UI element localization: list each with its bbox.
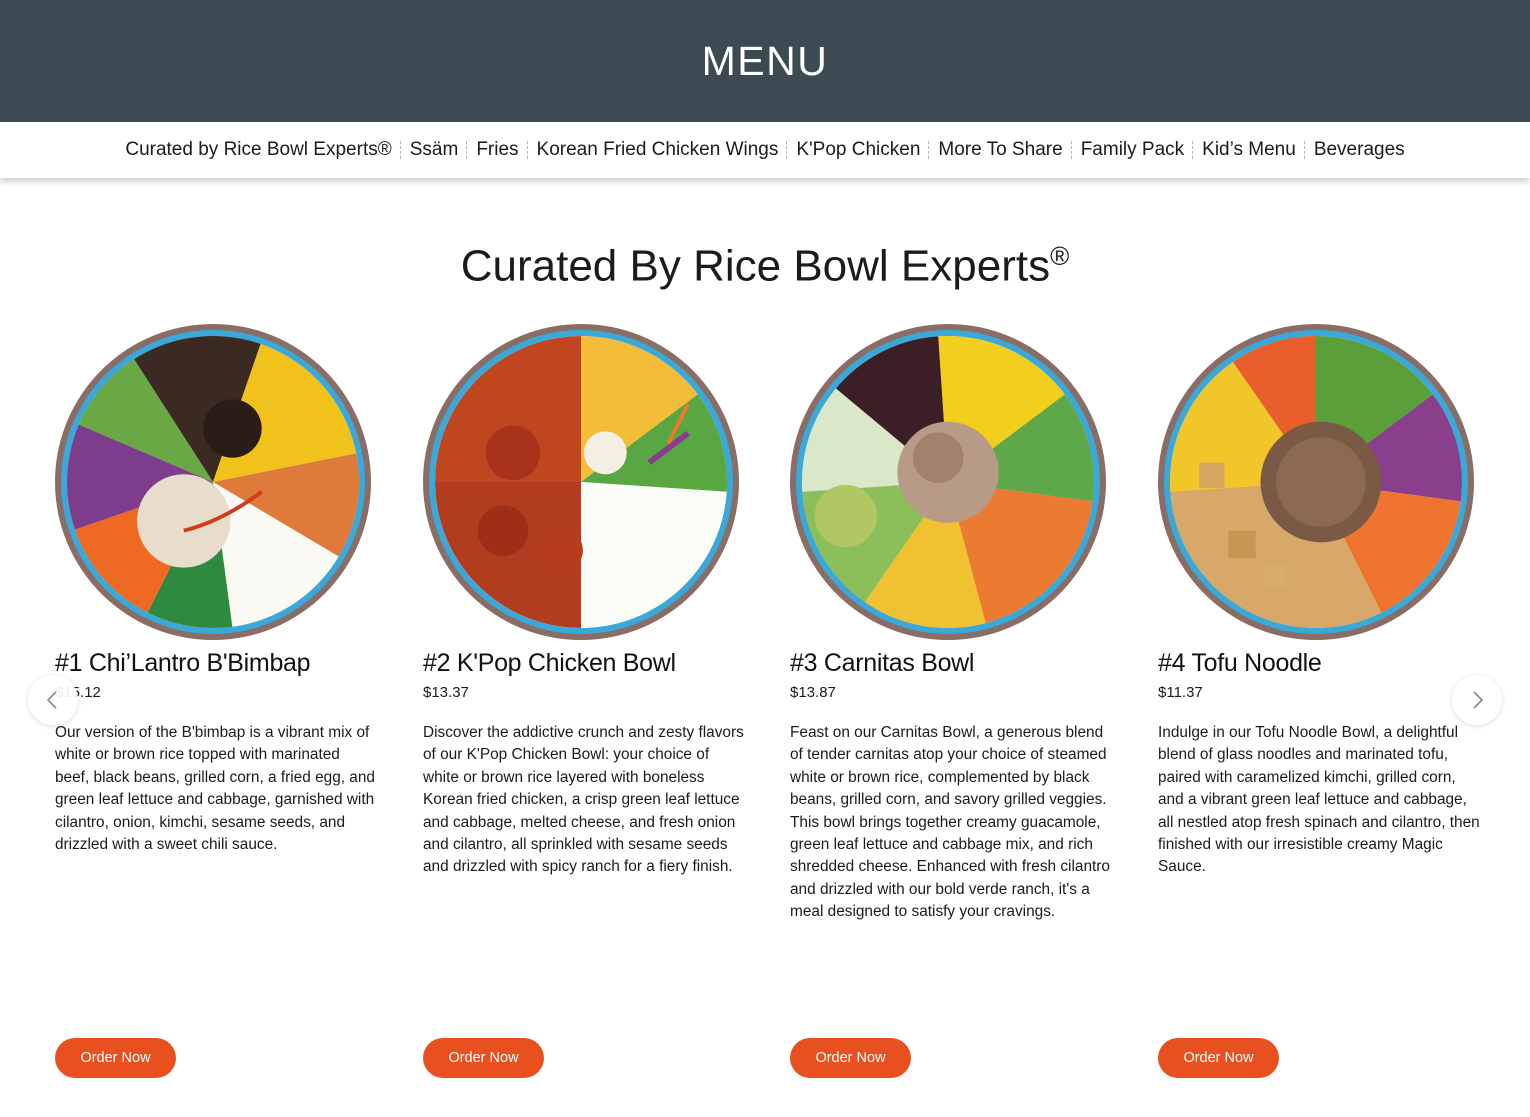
dish-price: $13.87	[790, 684, 836, 701]
dish-name: #2 K'Pop Chicken Bowl	[423, 649, 676, 677]
bbimbap-food-illustration	[67, 336, 359, 628]
nav-item-curated[interactable]: Curated by Rice Bowl Experts®	[125, 139, 391, 161]
order-now-button[interactable]: Order Now	[1158, 1038, 1279, 1078]
menu-card: #1 Chi’Lantro B'Bimbap $15.12 Our versio…	[55, 322, 377, 1102]
kpop-chicken-food-illustration	[435, 336, 727, 628]
dish-name: #3 Carnitas Bowl	[790, 649, 975, 677]
nav-item-fries[interactable]: Fries	[476, 139, 518, 161]
menu-card: #4 Tofu Noodle $11.37 Indulge in our Tof…	[1158, 322, 1480, 1102]
section-title-text: Curated By Rice Bowl Experts	[460, 241, 1051, 291]
tofu-noodle-bowl-image[interactable]	[1158, 324, 1474, 640]
order-now-button[interactable]: Order Now	[790, 1038, 911, 1078]
dish-description: Indulge in our Tofu Noodle Bowl, a delig…	[1158, 724, 1480, 876]
nav-divider	[1070, 141, 1073, 159]
category-nav: Curated by Rice Bowl Experts® Ssäm Fries…	[0, 122, 1530, 178]
menu-carousel: #1 Chi’Lantro B'Bimbap $15.12 Our versio…	[0, 322, 1530, 1112]
chevron-right-icon	[1473, 691, 1484, 709]
nav-divider	[1192, 141, 1194, 159]
dish-description: Feast on our Carnitas Bowl, a generous b…	[790, 724, 1110, 921]
dish-name: #4 Tofu Noodle	[1158, 649, 1322, 677]
nav-divider	[928, 141, 930, 159]
dish-description: Discover the addictive crunch and zesty …	[423, 724, 744, 876]
nav-item-more-to-share[interactable]: More To Share	[938, 139, 1062, 161]
carousel-next-button[interactable]	[1452, 675, 1502, 725]
menu-header: MENU	[0, 0, 1530, 122]
menu-card: #3 Carnitas Bowl $13.87 Feast on our Car…	[790, 322, 1112, 1102]
bbimbap-bowl-image[interactable]	[55, 324, 371, 640]
order-now-button[interactable]: Order Now	[55, 1038, 176, 1078]
nav-item-ssam[interactable]: Ssäm	[410, 139, 459, 161]
section-title: Curated By Rice Bowl Experts®	[0, 178, 1530, 293]
nav-item-wings[interactable]: Korean Fried Chicken Wings	[537, 139, 779, 161]
carousel-prev-button[interactable]	[28, 675, 78, 725]
dish-name: #1 Chi’Lantro B'Bimbap	[55, 649, 311, 677]
nav-item-kpop-chicken[interactable]: K'Pop Chicken	[796, 139, 920, 161]
nav-divider	[786, 141, 788, 159]
order-now-button[interactable]: Order Now	[423, 1038, 544, 1078]
page-title: MENU	[701, 37, 829, 84]
nav-divider	[1303, 141, 1306, 159]
nav-item-kids-menu[interactable]: Kid’s Menu	[1202, 139, 1296, 161]
menu-card: #2 K'Pop Chicken Bowl $13.37 Discover th…	[423, 322, 745, 1102]
kpop-chicken-bowl-image[interactable]	[423, 324, 739, 640]
carnitas-food-illustration	[802, 336, 1094, 628]
chevron-left-icon	[46, 691, 57, 709]
dish-description: Our version of the B'bimbap is a vibrant…	[55, 724, 375, 854]
nav-divider	[526, 141, 529, 159]
nav-item-beverages[interactable]: Beverages	[1314, 139, 1405, 161]
dish-price: $11.37	[1158, 684, 1203, 701]
registered-mark: ®	[1050, 241, 1070, 271]
nav-item-family-pack[interactable]: Family Pack	[1081, 139, 1184, 161]
tofu-noodle-food-illustration	[1170, 336, 1462, 628]
nav-divider	[466, 141, 468, 159]
nav-divider	[399, 141, 402, 159]
carnitas-bowl-image[interactable]	[790, 324, 1106, 640]
dish-price: $13.37	[423, 684, 469, 701]
